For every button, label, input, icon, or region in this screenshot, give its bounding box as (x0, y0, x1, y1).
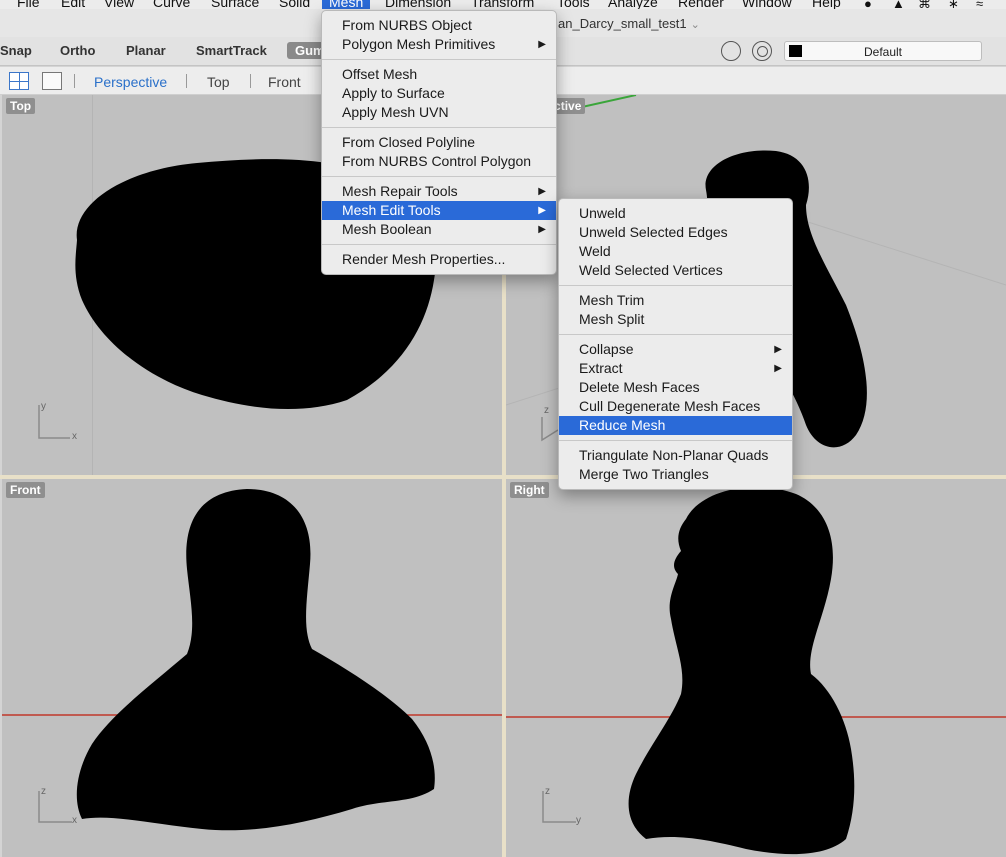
menu-mesh[interactable]: Mesh (322, 0, 371, 9)
mesh-silhouette-right (506, 487, 1006, 855)
viewport-label[interactable]: Right (510, 482, 549, 498)
menu-item-render-mesh-properties[interactable]: Render Mesh Properties... (322, 250, 556, 269)
menu-item-apply-mesh-uvn[interactable]: Apply Mesh UVN (322, 103, 556, 122)
menu-divider (559, 440, 792, 441)
axis-label: z (41, 786, 46, 797)
menu-divider (559, 334, 792, 335)
menu-item-collapse[interactable]: Collapse ▶ (559, 340, 792, 359)
chevron-down-icon: ⌄ (690, 19, 700, 31)
single-viewport-layout-icon[interactable] (42, 72, 62, 90)
menu-item-apply-to-surface[interactable]: Apply to Surface (322, 84, 556, 103)
menu-item-from-nurbs-control-polygon[interactable]: From NURBS Control Polygon (322, 152, 556, 171)
menu-item-cull-degenerate-mesh-faces[interactable]: Cull Degenerate Mesh Faces (559, 397, 792, 416)
menu-bar: File Edit View Curve Surface Solid Mesh … (0, 0, 1006, 9)
document-title[interactable]: an_Darcy_small_test1 ⌄ (558, 16, 700, 31)
menu-item-unweld[interactable]: Unweld (559, 204, 792, 223)
tab-divider (186, 74, 187, 88)
tab-divider (250, 74, 251, 88)
smarttrack-button[interactable]: SmartTrack (196, 43, 267, 58)
submenu-arrow-icon: ▶ (774, 344, 782, 355)
wifi-icon[interactable]: ≈ (976, 0, 983, 9)
menu-item-merge-two-triangles[interactable]: Merge Two Triangles (559, 465, 792, 484)
menu-tools[interactable]: Tools (557, 0, 590, 9)
mesh-edit-tools-submenu: Unweld Unweld Selected Edges Weld Weld S… (558, 198, 793, 490)
submenu-arrow-icon: ▶ (538, 224, 546, 235)
menu-item-offset-mesh[interactable]: Offset Mesh (322, 65, 556, 84)
menu-item-weld-selected-vertices[interactable]: Weld Selected Vertices (559, 261, 792, 280)
menu-render[interactable]: Render (678, 0, 724, 9)
submenu-arrow-icon: ▶ (774, 363, 782, 374)
submenu-arrow-icon: ▶ (538, 205, 546, 216)
viewport-label[interactable]: Front (6, 482, 45, 498)
menu-file[interactable]: File (17, 0, 40, 9)
menu-divider (322, 127, 556, 128)
menu-item-polygon-mesh-primitives[interactable]: Polygon Mesh Primitives ▶ (322, 35, 556, 54)
axis-label: y (576, 815, 581, 826)
menu-divider (322, 244, 556, 245)
viewport-front[interactable]: Front z x (2, 479, 502, 857)
menu-surface[interactable]: Surface (211, 0, 259, 9)
axis-label: y (41, 401, 46, 412)
tab-perspective[interactable]: Perspective (94, 74, 167, 90)
menu-dimension[interactable]: Dimension (385, 0, 451, 9)
viewport-label[interactable]: Top (6, 98, 36, 114)
drive-icon[interactable]: ▲ (892, 0, 905, 9)
layer-selector[interactable]: Default (784, 41, 982, 61)
menu-edit[interactable]: Edit (61, 0, 85, 9)
tab-divider (74, 74, 75, 88)
rhino-window: File Edit View Curve Surface Solid Mesh … (0, 0, 1006, 857)
menu-item-mesh-boolean[interactable]: Mesh Boolean ▶ (322, 220, 556, 239)
menu-view[interactable]: View (104, 0, 134, 9)
command-icon[interactable]: ⌘ (918, 0, 931, 9)
menu-item-extract[interactable]: Extract ▶ (559, 359, 792, 378)
menu-item-mesh-edit-tools[interactable]: Mesh Edit Tools ▶ (322, 201, 556, 220)
menu-item-triangulate-non-planar-quads[interactable]: Triangulate Non-Planar Quads (559, 446, 792, 465)
viewport-splitter-horizontal[interactable] (0, 475, 1006, 479)
menu-item-reduce-mesh[interactable]: Reduce Mesh (559, 416, 792, 435)
mesh-silhouette-front (2, 489, 502, 831)
menu-item-weld[interactable]: Weld (559, 242, 792, 261)
axis-label: z (544, 405, 549, 416)
menu-item-mesh-split[interactable]: Mesh Split (559, 310, 792, 329)
record-history-icon[interactable] (721, 41, 741, 61)
submenu-arrow-icon: ▶ (538, 186, 546, 197)
ortho-button[interactable]: Ortho (60, 43, 95, 58)
axis-label: z (545, 786, 550, 797)
menu-divider (322, 59, 556, 60)
axis-label: x (72, 431, 77, 442)
menu-curve[interactable]: Curve (153, 0, 190, 9)
layer-name: Default (863, 45, 903, 59)
tab-front[interactable]: Front (268, 74, 301, 90)
tab-top[interactable]: Top (207, 74, 230, 90)
menu-solid[interactable]: Solid (279, 0, 310, 9)
menu-item-unweld-selected-edges[interactable]: Unweld Selected Edges (559, 223, 792, 242)
four-viewport-layout-icon[interactable] (9, 72, 29, 90)
menu-divider (322, 176, 556, 177)
planar-button[interactable]: Planar (126, 43, 166, 58)
menu-transform[interactable]: Transform (471, 0, 534, 9)
menu-item-delete-mesh-faces[interactable]: Delete Mesh Faces (559, 378, 792, 397)
menu-help[interactable]: Help (812, 0, 841, 9)
menu-analyze[interactable]: Analyze (608, 0, 658, 9)
axis-label: x (72, 815, 77, 826)
viewport-right[interactable]: Right z y (506, 479, 1006, 857)
status-menu-icon[interactable]: ● (864, 0, 872, 9)
menu-item-from-nurbs-object[interactable]: From NURBS Object (322, 16, 556, 35)
mesh-menu: From NURBS Object Polygon Mesh Primitive… (321, 10, 557, 275)
menu-divider (559, 285, 792, 286)
bluetooth-icon[interactable]: ∗ (948, 0, 959, 9)
osnap-icon[interactable] (752, 41, 772, 61)
menu-item-from-closed-polyline[interactable]: From Closed Polyline (322, 133, 556, 152)
menu-window[interactable]: Window (742, 0, 792, 9)
submenu-arrow-icon: ▶ (538, 39, 546, 50)
snap-button[interactable]: Snap (0, 43, 32, 58)
menu-item-mesh-trim[interactable]: Mesh Trim (559, 291, 792, 310)
menu-item-mesh-repair-tools[interactable]: Mesh Repair Tools ▶ (322, 182, 556, 201)
